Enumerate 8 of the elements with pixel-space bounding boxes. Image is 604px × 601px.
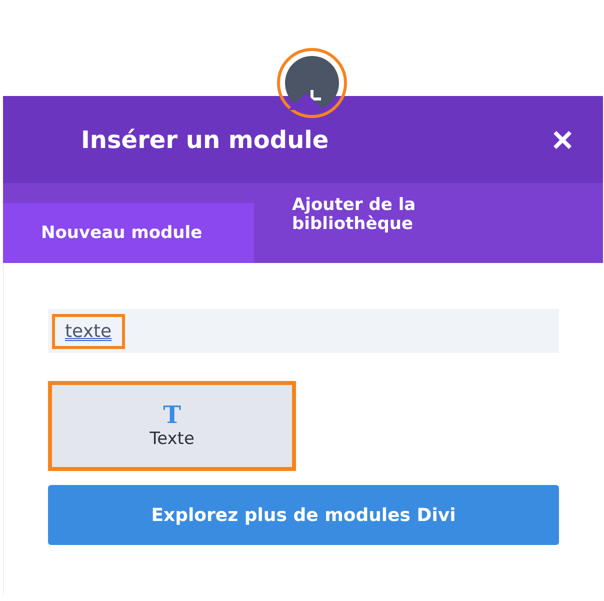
tab[interactable]: Ajouter de la bibliothèque (254, 183, 505, 263)
tab[interactable]: Nouveau module (3, 203, 254, 263)
search-field[interactable]: texte (48, 309, 559, 353)
close-button[interactable]: × (552, 122, 573, 158)
explore-button[interactable]: Explorez plus de modules Divi (48, 485, 559, 545)
module-tile[interactable]: T Texte (48, 381, 296, 471)
dialog-title: Insérer un module (81, 126, 329, 154)
search-value: texte (52, 314, 125, 348)
